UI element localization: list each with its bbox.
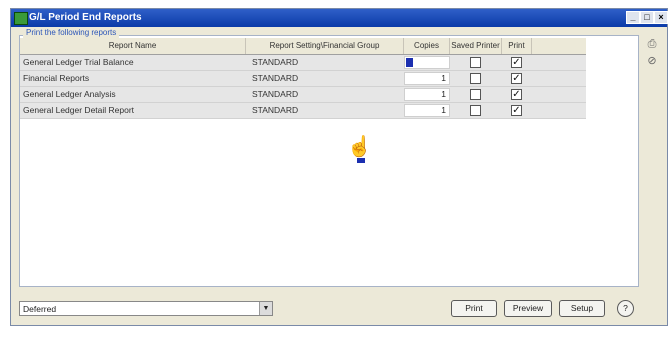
print-mode-select[interactable]: Deferred ▼ bbox=[19, 301, 273, 316]
reports-group: Report Name Report Setting\Financial Gro… bbox=[19, 35, 639, 287]
report-name-cell: General Ledger Trial Balance bbox=[23, 57, 134, 67]
no-entry-icon[interactable]: ⊘ bbox=[645, 54, 659, 68]
minimize-button[interactable]: _ bbox=[626, 11, 640, 24]
text-cursor bbox=[406, 58, 413, 67]
cursor-marker bbox=[357, 158, 365, 163]
printer-icon[interactable]: ⎙ bbox=[645, 37, 659, 51]
report-setting-cell[interactable]: STANDARD bbox=[252, 103, 402, 118]
report-setting-cell[interactable]: STANDARD bbox=[252, 71, 402, 86]
preview-button[interactable]: Preview bbox=[504, 300, 552, 317]
table-row[interactable]: General Ledger Analysis STANDARD 1 ✓ bbox=[20, 87, 586, 103]
col-report-name[interactable]: Report Name bbox=[20, 38, 246, 54]
saved-printer-checkbox[interactable] bbox=[470, 73, 481, 84]
saved-printer-checkbox[interactable] bbox=[470, 57, 481, 68]
saved-printer-checkbox[interactable] bbox=[470, 105, 481, 116]
restore-button[interactable]: □ bbox=[640, 11, 654, 24]
period-end-reports-window: G/L Period End Reports _ □ × Report Name… bbox=[10, 8, 668, 326]
print-button[interactable]: Print bbox=[451, 300, 497, 317]
group-caption: Print the following reports bbox=[23, 28, 120, 38]
copies-input[interactable]: 1 bbox=[404, 104, 450, 117]
copies-input[interactable]: 1 bbox=[404, 72, 450, 85]
print-checkbox[interactable]: ✓ bbox=[511, 105, 522, 116]
report-name-cell: General Ledger Analysis bbox=[23, 89, 116, 99]
copies-input[interactable]: 1 bbox=[404, 88, 450, 101]
table-row[interactable]: General Ledger Trial Balance STANDARD ✓ bbox=[20, 55, 586, 71]
table-row[interactable]: General Ledger Detail Report STANDARD 1 … bbox=[20, 103, 586, 119]
col-report-setting[interactable]: Report Setting\Financial Group bbox=[246, 38, 404, 54]
help-button[interactable]: ? bbox=[617, 300, 634, 317]
col-saved-printer[interactable]: Saved Printer bbox=[450, 38, 502, 54]
chevron-down-icon[interactable]: ▼ bbox=[259, 302, 272, 315]
saved-printer-checkbox[interactable] bbox=[470, 89, 481, 100]
table-row[interactable]: Financial Reports STANDARD 1 ✓ bbox=[20, 71, 586, 87]
window-title: G/L Period End Reports bbox=[29, 12, 142, 23]
print-checkbox[interactable]: ✓ bbox=[511, 57, 522, 68]
print-mode-value: Deferred bbox=[23, 304, 57, 314]
grid-header: Report Name Report Setting\Financial Gro… bbox=[20, 38, 586, 55]
col-copies[interactable]: Copies bbox=[404, 38, 450, 54]
setup-button[interactable]: Setup bbox=[559, 300, 605, 317]
close-button[interactable]: × bbox=[654, 11, 668, 24]
print-checkbox[interactable]: ✓ bbox=[511, 89, 522, 100]
report-name-cell: Financial Reports bbox=[23, 73, 90, 83]
col-print[interactable]: Print bbox=[502, 38, 532, 54]
report-name-cell: General Ledger Detail Report bbox=[23, 105, 135, 115]
print-checkbox[interactable]: ✓ bbox=[511, 73, 522, 84]
hand-cursor-icon: ☝ bbox=[347, 136, 372, 158]
title-bar: G/L Period End Reports _ □ × bbox=[11, 9, 668, 27]
app-icon bbox=[14, 12, 28, 25]
copies-input[interactable] bbox=[404, 56, 450, 69]
report-setting-cell[interactable]: STANDARD bbox=[252, 55, 402, 70]
report-setting-cell[interactable]: STANDARD bbox=[252, 87, 402, 102]
